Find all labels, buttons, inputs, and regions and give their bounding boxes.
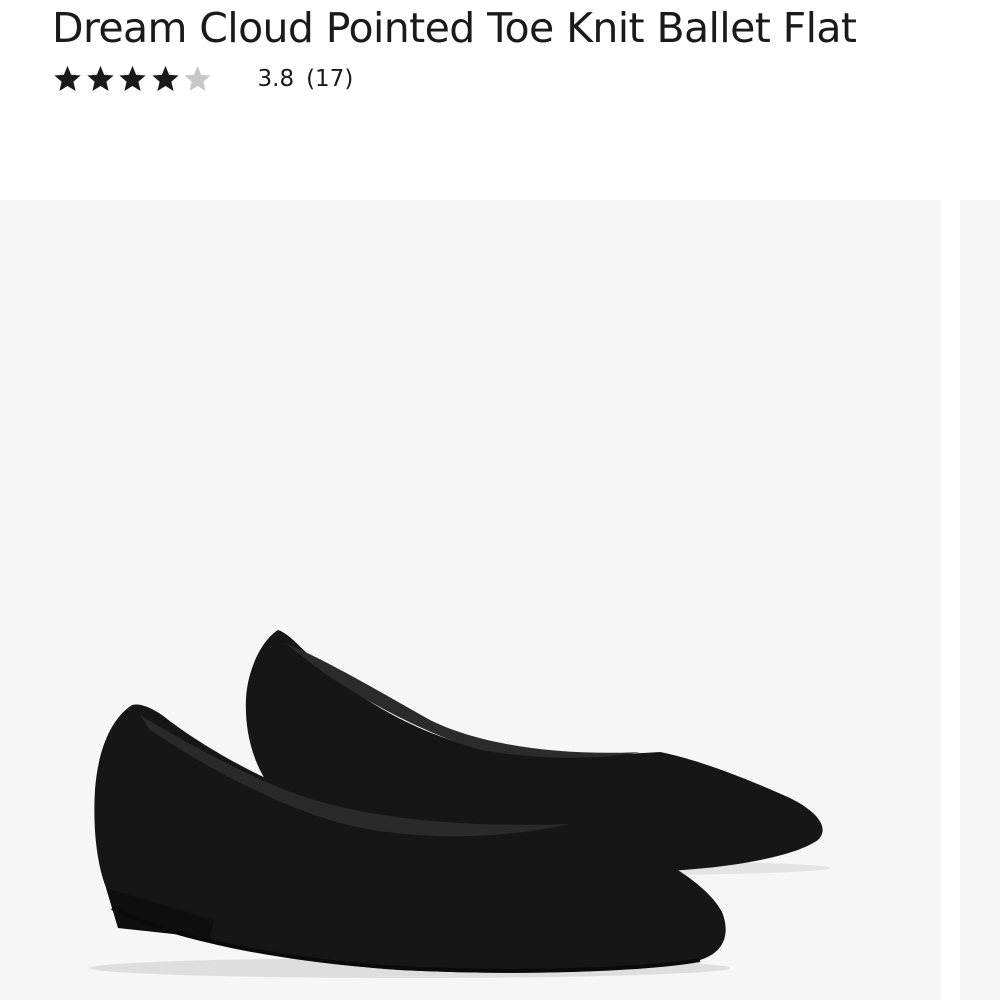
star-rating[interactable] — [52, 64, 215, 94]
ballet-flats-image — [90, 630, 830, 978]
product-page: Dream Cloud Pointed Toe Knit Ballet Flat… — [0, 0, 1000, 1000]
star-empty-icon — [182, 64, 213, 94]
rating-summary: 3.8 (17) — [52, 62, 353, 96]
review-count-link[interactable]: (17) — [306, 66, 353, 92]
product-next-image[interactable] — [960, 200, 1000, 1000]
product-title: Dream Cloud Pointed Toe Knit Ballet Flat — [52, 4, 857, 52]
star-filled-icon — [85, 64, 116, 94]
product-main-image[interactable] — [0, 200, 941, 1000]
star-filled-icon — [52, 64, 83, 94]
star-filled-icon — [150, 64, 181, 94]
star-filled-icon — [117, 64, 148, 94]
rating-value: 3.8 — [257, 66, 295, 92]
